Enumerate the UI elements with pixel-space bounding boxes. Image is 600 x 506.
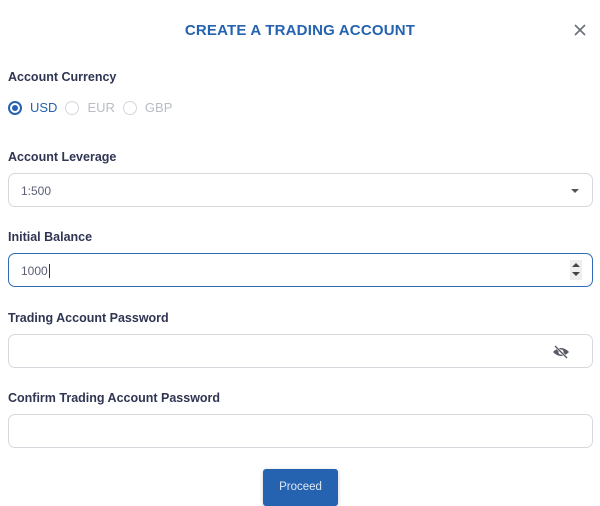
- radio-label: USD: [30, 100, 58, 115]
- decrement-arrow-icon[interactable]: [572, 272, 580, 276]
- balance-value: 1000: [21, 264, 48, 278]
- radio-circle: [65, 100, 80, 115]
- leverage-select[interactable]: 1:500: [8, 173, 593, 207]
- currency-radio-group: USD EUR GBP: [8, 100, 180, 115]
- dialog-title: CREATE A TRADING ACCOUNT: [184, 22, 416, 39]
- initial-balance-label: Initial Balance: [8, 230, 93, 244]
- trading-password-input[interactable]: [8, 334, 593, 368]
- radio-label: GBP: [144, 100, 173, 115]
- increment-arrow-icon[interactable]: [572, 263, 580, 267]
- close-icon: [574, 24, 586, 36]
- proceed-button[interactable]: Proceed: [263, 469, 338, 506]
- close-button[interactable]: [570, 20, 590, 40]
- radio-label: EUR: [87, 100, 115, 115]
- currency-radio-gbp[interactable]: GBP: [122, 100, 173, 115]
- confirm-password-label: Confirm Trading Account Password: [8, 391, 221, 405]
- text-caret: [48, 264, 50, 278]
- chevron-down-icon: [571, 189, 579, 193]
- trading-password-label: Trading Account Password: [8, 311, 169, 325]
- account-currency-label: Account Currency: [8, 70, 117, 84]
- currency-radio-usd[interactable]: USD: [8, 100, 57, 115]
- account-leverage-label: Account Leverage: [8, 150, 117, 164]
- toggle-password-visibility-button[interactable]: [552, 344, 570, 360]
- leverage-value: 1:500: [21, 184, 52, 198]
- radio-circle: [8, 100, 22, 115]
- confirm-password-input[interactable]: [8, 414, 593, 448]
- radio-circle: [122, 100, 137, 115]
- initial-balance-input[interactable]: 1000: [8, 253, 593, 287]
- eye-slash-icon: [553, 345, 569, 359]
- number-spinner[interactable]: [570, 260, 582, 280]
- currency-radio-eur[interactable]: EUR: [65, 100, 115, 115]
